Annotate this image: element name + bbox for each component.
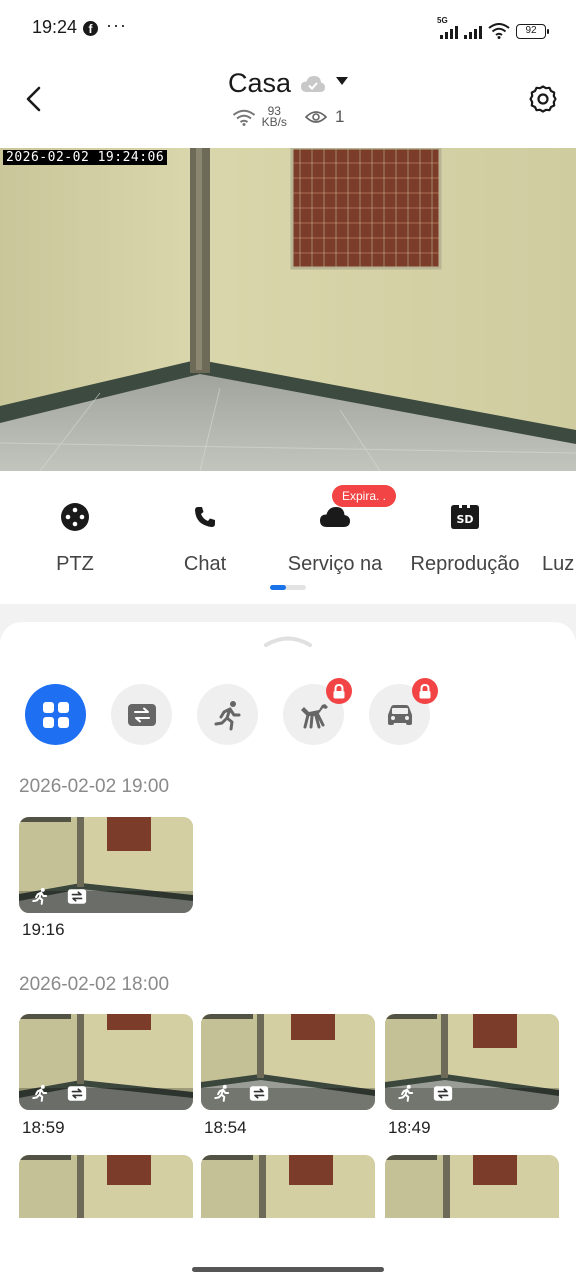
camera-switch-icon — [127, 703, 156, 726]
filter-vehicle[interactable] — [369, 678, 438, 745]
tool-playback-label: Reprodução — [410, 553, 520, 575]
settings-icon[interactable] — [528, 84, 558, 114]
viewer-count: 1 — [334, 107, 345, 126]
tool-ptz-label: PTZ — [56, 553, 94, 575]
event-group-date: 2026-02-02 18:00 — [19, 974, 170, 995]
cloud-icon — [320, 507, 350, 527]
wifi-icon — [232, 109, 255, 126]
event-clip-thumbnail[interactable] — [19, 817, 193, 913]
sheet-handle-icon[interactable] — [264, 632, 312, 648]
device-selector[interactable]: Casa — [0, 68, 576, 99]
motion-person-icon — [32, 1084, 48, 1102]
camera-switch-icon — [433, 1085, 453, 1101]
camera-switch-icon — [67, 888, 87, 904]
clip-event-icons — [31, 887, 87, 905]
live-video-view[interactable]: 2026-02-02 19:24:06 — [0, 148, 576, 471]
camera-tools: PTZ Chat Serviço na SD Reprodução Luz Ex… — [0, 471, 576, 604]
video-timestamp: 2026-02-02 19:24:06 — [3, 150, 168, 165]
filter-pet[interactable] — [283, 678, 352, 745]
filter-all[interactable] — [25, 684, 86, 745]
status-bar: 19:24 f ··· 5G 92 — [0, 0, 576, 58]
sd-card-icon: SD — [451, 505, 479, 529]
clip-event-icons — [213, 1084, 269, 1102]
cloud-icon — [300, 75, 325, 92]
home-indicator[interactable] — [192, 1267, 384, 1272]
connection-info: 93 KB/s 1 — [0, 105, 576, 129]
event-clip-thumbnail[interactable] — [201, 1014, 375, 1110]
signal-icon — [464, 25, 482, 39]
clip-time: 18:54 — [204, 1118, 247, 1137]
device-title: Casa — [228, 68, 292, 98]
event-filters — [25, 678, 438, 745]
tools-page-indicator — [270, 585, 306, 590]
stream-speed: 93 KB/s — [261, 105, 287, 129]
all-grid-icon — [42, 701, 69, 728]
lock-icon — [326, 678, 352, 704]
network-tag: 5G — [437, 16, 448, 25]
phone-icon — [195, 507, 215, 527]
chevron-down-icon[interactable] — [335, 76, 348, 85]
wifi-status-icon — [488, 23, 510, 39]
event-clip-thumbnail[interactable] — [385, 1014, 559, 1110]
tool-light[interactable]: Luz — [530, 499, 576, 576]
events-sheet: 2026-02-02 19:00 19:16 2026-02-02 18:00 … — [0, 622, 576, 1280]
motion-person-icon — [214, 1084, 230, 1102]
event-group-date: 2026-02-02 19:00 — [19, 776, 170, 797]
clip-time: 18:49 — [388, 1118, 431, 1137]
filter-camera-switch[interactable] — [111, 684, 172, 745]
pet-icon — [300, 703, 328, 728]
tool-cloud-service[interactable]: Serviço na — [270, 499, 400, 576]
tool-playback[interactable]: SD Reprodução — [400, 499, 530, 576]
camera-header: Casa 93 KB/s 1 — [0, 58, 576, 148]
car-icon — [387, 704, 412, 725]
clip-event-icons — [397, 1084, 453, 1102]
expiry-badge: Expira. . — [332, 485, 397, 507]
signal-5g-icon: 5G — [437, 16, 458, 39]
status-icons: 5G 92 — [437, 16, 549, 39]
battery-indicator: 92 — [516, 24, 549, 39]
lock-icon — [412, 678, 438, 704]
tool-light-label: Luz — [542, 553, 575, 575]
camera-switch-icon — [67, 1085, 87, 1101]
motion-person-icon — [214, 700, 240, 730]
clip-time: 19:16 — [22, 920, 65, 939]
camera-feed-image — [0, 148, 576, 471]
tool-cloud-service-label: Serviço na — [287, 553, 383, 575]
filter-motion[interactable] — [197, 684, 258, 745]
event-clip-thumbnail[interactable] — [19, 1014, 193, 1110]
speed-unit: KB/s — [261, 115, 287, 129]
facebook-icon: f — [83, 21, 98, 36]
clip-event-icons — [31, 1084, 87, 1102]
tool-chat-label: Chat — [183, 553, 227, 575]
tool-chat[interactable]: Chat — [140, 499, 270, 576]
status-time: 19:24 — [32, 17, 78, 37]
motion-person-icon — [32, 887, 48, 905]
tool-ptz[interactable]: PTZ — [10, 499, 140, 576]
eye-icon — [304, 111, 327, 123]
more-notifications-icon: ··· — [106, 15, 127, 35]
svg-text:SD: SD — [456, 513, 473, 526]
joystick-icon — [61, 503, 89, 531]
motion-person-icon — [398, 1084, 414, 1102]
camera-switch-icon — [249, 1085, 269, 1101]
clip-time: 18:59 — [22, 1118, 65, 1137]
